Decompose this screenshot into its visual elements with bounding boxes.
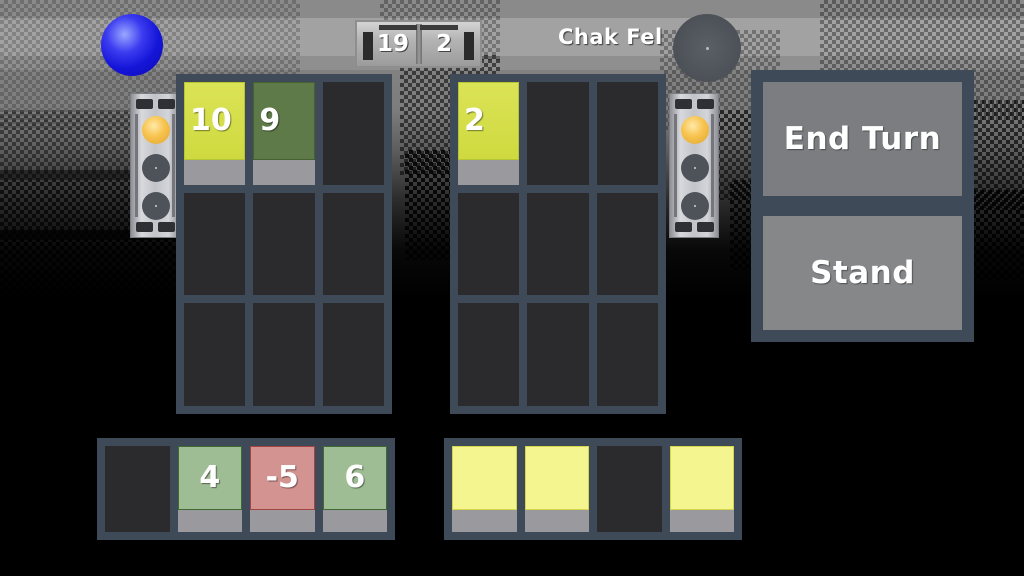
- tower-vent-icon: [136, 222, 153, 232]
- plaque-cap: [420, 25, 458, 30]
- tower-rail: [135, 114, 138, 217]
- board-slot[interactable]: [527, 303, 589, 406]
- tower-orb-lit-icon: [681, 116, 709, 144]
- card-footer: [253, 159, 315, 185]
- board-slot[interactable]: 9: [253, 82, 315, 185]
- card-value: 10: [190, 102, 232, 138]
- card-face: [452, 446, 517, 510]
- score-plaque: 19 2: [355, 20, 482, 68]
- card-value: 9: [259, 102, 281, 138]
- card-face: 6: [322, 446, 387, 510]
- tower-orb-lit-icon: [142, 116, 170, 144]
- stand-button[interactable]: Stand: [763, 216, 962, 330]
- card-face: -5: [250, 446, 315, 510]
- tower-rail: [674, 114, 677, 217]
- hand-card[interactable]: [669, 446, 734, 532]
- card-face: [524, 446, 589, 510]
- board-slot[interactable]: [596, 303, 658, 406]
- hand-slot[interactable]: [105, 446, 170, 532]
- tower-orb-dim-icon: [681, 154, 709, 182]
- card-face: [669, 446, 734, 510]
- tower-rail: [711, 114, 714, 217]
- card-footer: [458, 159, 520, 185]
- board-slot[interactable]: [253, 303, 315, 406]
- card-footer: [177, 510, 242, 532]
- hand-slot[interactable]: [452, 446, 517, 532]
- board-slot[interactable]: [322, 303, 384, 406]
- card-face: 10: [184, 82, 246, 160]
- player-tower: [130, 93, 180, 238]
- tower-vent-icon: [697, 99, 714, 109]
- hand-slot[interactable]: [524, 446, 589, 532]
- tower-vent-icon: [136, 99, 153, 109]
- opponent-hand[interactable]: [444, 438, 742, 540]
- tower-rail: [172, 114, 175, 217]
- hand-card[interactable]: 4: [177, 446, 242, 532]
- card-footer: [524, 510, 589, 532]
- board-slot[interactable]: [184, 303, 246, 406]
- card-footer: [669, 510, 734, 532]
- plaque-cap: [379, 25, 417, 30]
- player-hand[interactable]: 4 -5 6: [97, 438, 395, 540]
- hand-card[interactable]: [524, 446, 589, 532]
- tower-orb-dim-icon: [681, 192, 709, 220]
- card-value: 4: [199, 460, 221, 495]
- blue-sphere-icon: [101, 14, 163, 76]
- hand-slot[interactable]: [597, 446, 662, 532]
- game-screen: 19 2 Chak Fel 10 9 2 4 -5 6 End Turn Stand: [0, 0, 1024, 576]
- plaque-bolt-icon: [464, 32, 474, 60]
- plaque-bolt-icon: [363, 32, 373, 60]
- board-slot[interactable]: [596, 192, 658, 296]
- card-face: 2: [458, 82, 520, 160]
- opponent-tower: [669, 93, 719, 238]
- tower-vent-icon: [158, 222, 175, 232]
- board-slot[interactable]: [527, 192, 589, 296]
- end-turn-button[interactable]: End Turn: [763, 82, 962, 196]
- card-face: 4: [177, 446, 242, 510]
- player-name-label: Chak Fel: [558, 25, 663, 49]
- tower-orb-dim-icon: [142, 192, 170, 220]
- board-slot[interactable]: [458, 192, 520, 296]
- score-right: 2: [435, 31, 452, 57]
- card-value: 6: [344, 460, 366, 495]
- card-face: 9: [253, 82, 315, 160]
- board-slot[interactable]: [596, 82, 658, 185]
- card-value: 2: [464, 102, 485, 138]
- board-slot[interactable]: [253, 192, 315, 296]
- card-footer: [250, 510, 315, 532]
- board-card[interactable]: 10: [184, 82, 246, 185]
- hand-card[interactable]: [452, 446, 517, 532]
- board-slot[interactable]: 10: [184, 82, 246, 185]
- hand-slot[interactable]: 4: [177, 446, 242, 532]
- card-footer: [184, 159, 246, 185]
- hand-slot[interactable]: -5: [250, 446, 315, 532]
- action-panel: End Turn Stand: [751, 70, 974, 342]
- board-slot[interactable]: [322, 82, 384, 185]
- board-slot[interactable]: [322, 192, 384, 296]
- board-card[interactable]: 2: [458, 82, 520, 185]
- board-slot[interactable]: [458, 303, 520, 406]
- card-footer: [322, 510, 387, 532]
- tower-vent-icon: [675, 99, 692, 109]
- tower-vent-icon: [675, 222, 692, 232]
- card-value: -5: [265, 460, 299, 495]
- tower-orb-dim-icon: [142, 154, 170, 182]
- board-slot[interactable]: 2: [458, 82, 520, 185]
- board-card[interactable]: 9: [253, 82, 315, 185]
- hand-slot[interactable]: 6: [322, 446, 387, 532]
- score-left: 19: [376, 31, 409, 57]
- tower-vent-icon: [158, 99, 175, 109]
- tower-vent-icon: [697, 222, 714, 232]
- card-footer: [452, 510, 517, 532]
- hand-card[interactable]: -5: [250, 446, 315, 532]
- hand-card[interactable]: 6: [322, 446, 387, 532]
- board-slot[interactable]: [527, 82, 589, 185]
- gray-sphere-icon: [673, 14, 741, 82]
- hand-slot[interactable]: [669, 446, 734, 532]
- board-slot[interactable]: [184, 192, 246, 296]
- player-board[interactable]: 10 9: [176, 74, 392, 414]
- opponent-board[interactable]: 2: [450, 74, 666, 414]
